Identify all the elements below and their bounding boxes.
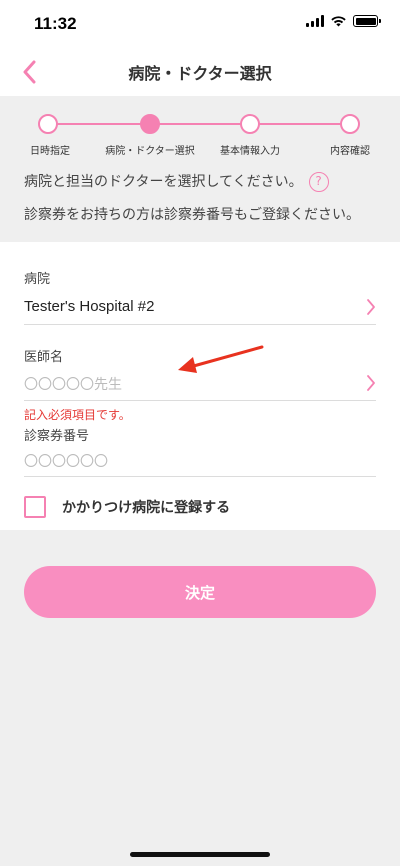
- navigation-bar: 病院・ドクター選択: [0, 48, 400, 96]
- doctor-chevron-right-icon: [367, 375, 375, 391]
- intro-section: 日時指定 病院・ドクター選択 基本情報入力 内容確認 病院と担当のドクターを選択…: [0, 96, 400, 242]
- step-4-label: 内容確認: [330, 146, 370, 157]
- annotation-arrow-icon: [178, 345, 264, 373]
- step-4-dot: [340, 114, 360, 134]
- doctor-label: 医師名: [24, 350, 64, 365]
- home-indicator: [130, 852, 270, 857]
- status-time: 11:32: [34, 14, 77, 33]
- card-number-divider: [24, 476, 376, 477]
- doctor-divider: [24, 400, 376, 401]
- register-hospital-checkbox[interactable]: [24, 496, 46, 518]
- selection-form: 病院 Tester's Hospital #2 医師名 〇〇〇〇〇先生 記入必須…: [0, 242, 400, 530]
- step-3-dot: [240, 114, 260, 134]
- cellular-signal-icon: [306, 15, 324, 27]
- submit-button[interactable]: 決定: [24, 566, 376, 618]
- progress-stepper: 日時指定 病院・ドクター選択 基本情報入力 内容確認: [0, 114, 400, 157]
- help-icon[interactable]: ?: [308, 172, 329, 192]
- chevron-left-icon: [23, 60, 36, 84]
- page-title: 病院・ドクター選択: [128, 64, 272, 83]
- card-number-input[interactable]: 〇〇〇〇〇〇: [24, 451, 108, 471]
- step-2-dot: [140, 114, 160, 134]
- hospital-divider: [24, 324, 376, 325]
- doctor-error-message: 記入必須項目です。: [24, 408, 131, 422]
- intro-line-2: 診察券をお持ちの方は診察券番号もご登録ください。: [24, 207, 360, 223]
- register-hospital-label: かかりつけ病院に登録する: [62, 500, 231, 516]
- hospital-label: 病院: [24, 272, 51, 287]
- wifi-icon: [331, 16, 346, 27]
- intro-line-1: 病院と担当のドクターを選択してください。?: [24, 172, 329, 192]
- card-number-label: 診察券番号: [24, 429, 90, 444]
- intro-instruction-text: 病院と担当のドクターを選択してください。: [24, 174, 303, 190]
- status-icons: [306, 15, 381, 27]
- back-button[interactable]: [22, 58, 46, 86]
- step-2-label: 病院・ドクター選択: [105, 146, 195, 157]
- hospital-chevron-right-icon: [367, 299, 375, 315]
- doctor-select[interactable]: 〇〇〇〇〇先生: [24, 374, 122, 394]
- stepper-line: [48, 123, 350, 125]
- step-3-label: 基本情報入力: [220, 146, 280, 157]
- register-hospital-row[interactable]: かかりつけ病院に登録する: [24, 496, 230, 518]
- step-1-dot: [38, 114, 58, 134]
- battery-icon: [353, 15, 381, 27]
- status-bar: 11:32: [0, 0, 400, 48]
- hospital-select[interactable]: Tester's Hospital #2: [24, 298, 154, 315]
- step-1-label: 日時指定: [30, 146, 70, 157]
